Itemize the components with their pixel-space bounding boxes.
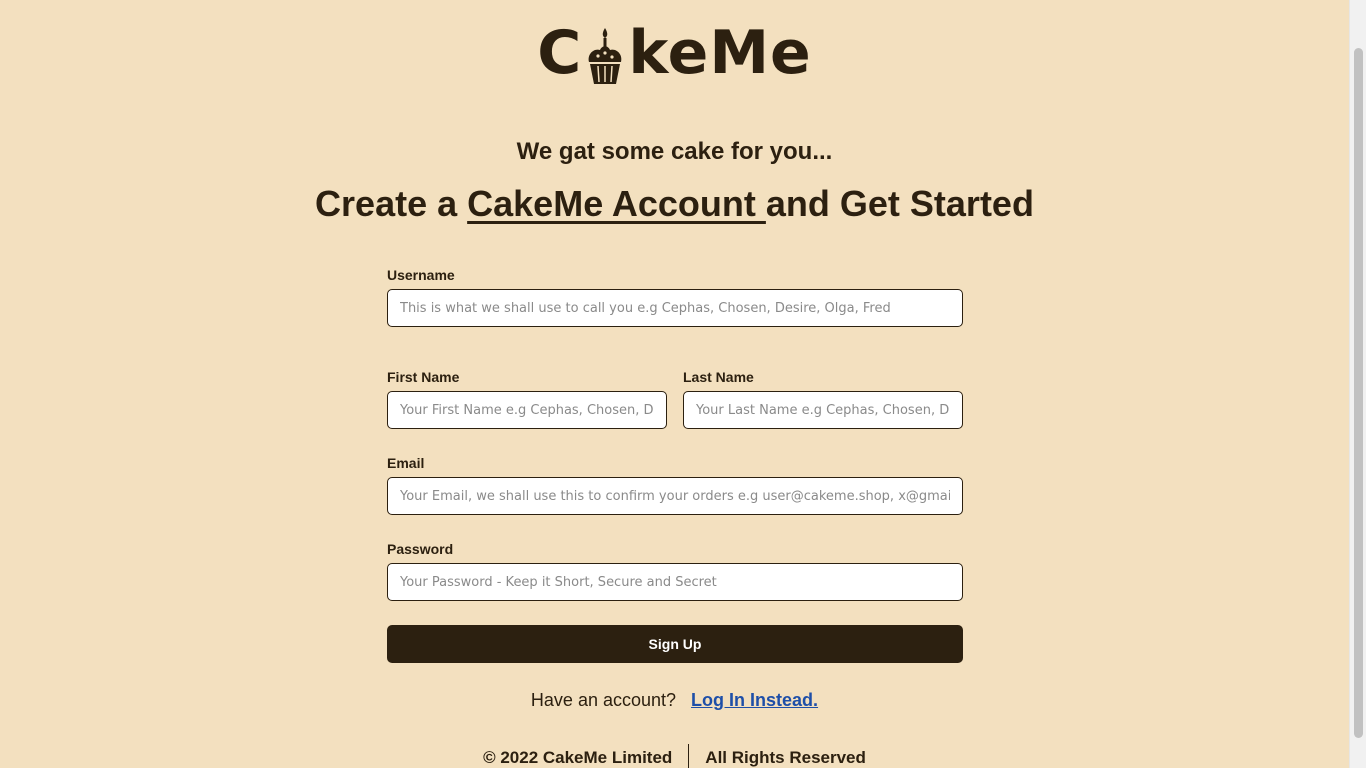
page: C keMe We gat some cake for you... Creat… [0, 0, 1349, 768]
page-title-prefix: Create a [315, 183, 468, 224]
last-name-label: Last Name [683, 369, 754, 385]
logo-text-end: keMe [628, 18, 812, 88]
cupcake-icon [584, 26, 626, 88]
email-label: Email [387, 455, 425, 471]
footer-divider [688, 744, 690, 768]
password-label: Password [387, 541, 454, 557]
first-name-label: First Name [387, 369, 460, 385]
sign-up-button[interactable]: Sign Up [387, 625, 963, 663]
logo-text-start: C [537, 18, 583, 88]
footer-copyright: © 2022 CakeMe Limited [483, 748, 673, 767]
last-name-input[interactable] [683, 391, 963, 429]
log-in-link[interactable]: Log In Instead. [691, 690, 818, 710]
tagline: We gat some cake for you... [516, 138, 833, 165]
password-input[interactable] [387, 563, 963, 601]
page-title: Create a CakeMe Account and Get Started [0, 183, 1349, 225]
login-prompt-text: Have an account? [530, 690, 677, 710]
page-title-account-link[interactable]: CakeMe Account [467, 183, 766, 224]
footer: © 2022 CakeMe Limited All Rights Reserve… [0, 744, 1349, 768]
username-label: Username [387, 267, 455, 283]
email-input[interactable] [387, 477, 963, 515]
scrollbar-thumb[interactable] [1354, 48, 1363, 738]
login-prompt: Have an account? Log In Instead. [0, 690, 1349, 711]
vertical-scrollbar[interactable] [1349, 0, 1366, 768]
logo[interactable]: C keMe [0, 14, 1349, 92]
first-name-input[interactable] [387, 391, 667, 429]
footer-rights: All Rights Reserved [705, 748, 866, 767]
username-input[interactable] [387, 289, 963, 327]
page-title-suffix: and Get Started [765, 183, 1034, 224]
